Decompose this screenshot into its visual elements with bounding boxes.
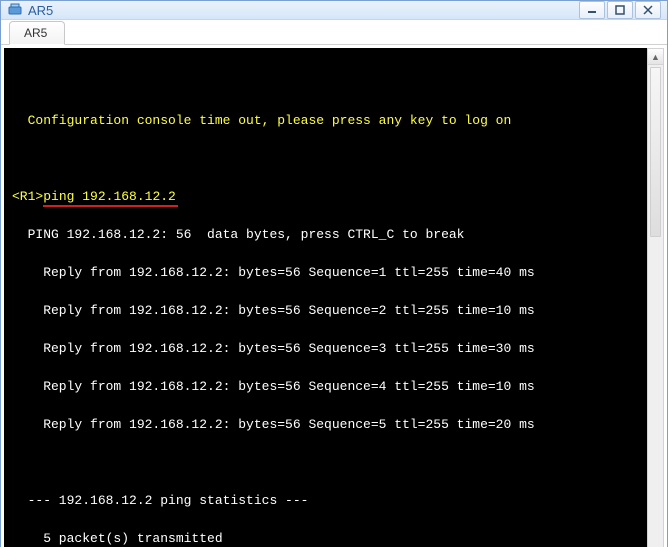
- scroll-up-button[interactable]: ▲: [648, 49, 663, 65]
- title-bar[interactable]: AR5: [1, 1, 667, 20]
- vertical-scrollbar[interactable]: ▲ ▼: [647, 48, 664, 547]
- window-title: AR5: [28, 3, 577, 18]
- minimize-button[interactable]: [579, 1, 605, 19]
- ping1-stat: 5 packet(s) transmitted: [12, 529, 664, 547]
- prompt: <R1>: [12, 189, 43, 204]
- terminal-wrap: Configuration console time out, please p…: [1, 45, 667, 547]
- maximize-button[interactable]: [607, 1, 633, 19]
- terminal[interactable]: Configuration console time out, please p…: [4, 48, 664, 547]
- ping1-reply: Reply from 192.168.12.2: bytes=56 Sequen…: [12, 377, 664, 396]
- ping1-stat: --- 192.168.12.2 ping statistics ---: [12, 491, 664, 510]
- window-controls: [577, 1, 661, 19]
- console-message: Configuration console time out, please p…: [12, 111, 664, 130]
- ping1-reply: Reply from 192.168.12.2: bytes=56 Sequen…: [12, 415, 664, 434]
- app-window: AR5 AR5 Configuration console time out, …: [0, 0, 668, 547]
- ping1-reply: Reply from 192.168.12.2: bytes=56 Sequen…: [12, 339, 664, 358]
- ping1-reply: Reply from 192.168.12.2: bytes=56 Sequen…: [12, 301, 664, 320]
- scroll-thumb[interactable]: [650, 67, 661, 237]
- tab-label: AR5: [24, 26, 47, 40]
- ping1-header: PING 192.168.12.2: 56 data bytes, press …: [12, 225, 664, 244]
- cmd-ping-1: ping 192.168.12.2: [43, 187, 176, 206]
- tab-bar: AR5: [1, 20, 667, 45]
- tab-ar5[interactable]: AR5: [9, 21, 65, 45]
- close-button[interactable]: [635, 1, 661, 19]
- app-icon: [7, 2, 23, 18]
- ping1-reply: Reply from 192.168.12.2: bytes=56 Sequen…: [12, 263, 664, 282]
